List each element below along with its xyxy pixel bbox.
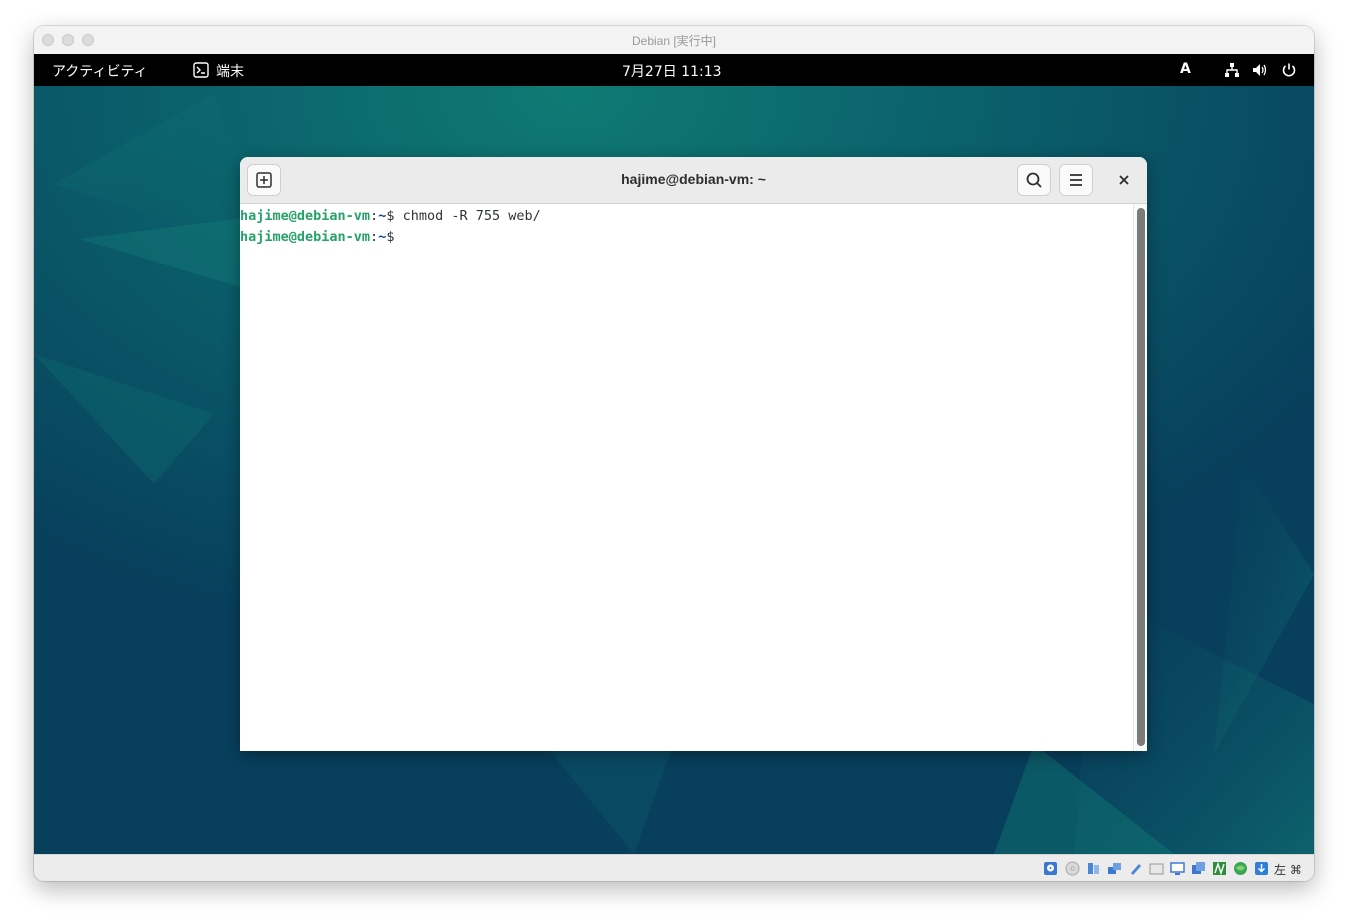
gnome-top-bar: アクティビティ 端末 7月27日 11:13 A xyxy=(34,54,1314,86)
terminal-scrollbar[interactable] xyxy=(1133,204,1147,751)
shared-folder-icon[interactable] xyxy=(1149,861,1164,876)
screen-capture-icon[interactable] xyxy=(1191,861,1206,876)
activities-button[interactable]: アクティビティ xyxy=(52,61,148,81)
clock[interactable]: 7月27日 11:13 xyxy=(622,61,722,81)
app-menu-label[interactable]: 端末 xyxy=(216,61,244,81)
input-method-indicator[interactable]: A xyxy=(1180,61,1191,77)
recording-icon[interactable] xyxy=(1212,861,1227,876)
network-adapter-icon[interactable] xyxy=(1107,861,1122,876)
hamburger-menu-icon xyxy=(1070,174,1082,186)
power-icon[interactable] xyxy=(1281,62,1297,82)
terminal-icon[interactable] xyxy=(193,62,209,82)
terminal-title: hajime@debian-vm: ~ xyxy=(621,171,766,187)
close-button[interactable] xyxy=(1109,164,1139,196)
host-titlebar[interactable]: Debian [実行中] xyxy=(34,26,1314,54)
optical-drive-icon[interactable] xyxy=(1065,861,1080,876)
terminal-headerbar[interactable]: hajime@debian-vm: ~ xyxy=(240,157,1147,204)
display-icon[interactable] xyxy=(1170,861,1185,876)
terminal-line: hajime@debian-vm:~$ chmod -R 755 web/ xyxy=(240,208,541,224)
virtualbox-window: Debian [実行中] アクティビティ 端末 7月27日 11:13 A ha… xyxy=(34,26,1314,881)
terminal-window[interactable]: hajime@debian-vm: ~ hajime@debian-vm:~$ … xyxy=(240,157,1147,751)
host-window-title: Debian [実行中] xyxy=(631,34,717,48)
virtualbox-status-bar: 左 ⌘ xyxy=(34,854,1314,881)
terminal-line: hajime@debian-vm:~$ xyxy=(240,229,395,245)
menu-button[interactable] xyxy=(1059,164,1093,196)
download-icon[interactable] xyxy=(1254,861,1269,876)
search-icon xyxy=(1026,172,1042,188)
audio-icon[interactable] xyxy=(1086,861,1101,876)
cpu-icon[interactable] xyxy=(1233,861,1248,876)
usb-icon[interactable] xyxy=(1128,861,1143,876)
volume-icon[interactable] xyxy=(1252,62,1268,82)
close-icon xyxy=(1119,175,1129,185)
search-button[interactable] xyxy=(1017,164,1051,196)
hard-disk-icon[interactable] xyxy=(1043,861,1058,876)
host-key-indicator: 左 ⌘ xyxy=(1274,863,1302,877)
scrollbar-thumb[interactable] xyxy=(1137,208,1145,746)
guest-desktop[interactable]: アクティビティ 端末 7月27日 11:13 A hajime@debian-v… xyxy=(34,54,1314,854)
network-icon[interactable] xyxy=(1224,62,1240,82)
terminal-output[interactable]: hajime@debian-vm:~$ chmod -R 755 web/ ha… xyxy=(240,204,1133,751)
